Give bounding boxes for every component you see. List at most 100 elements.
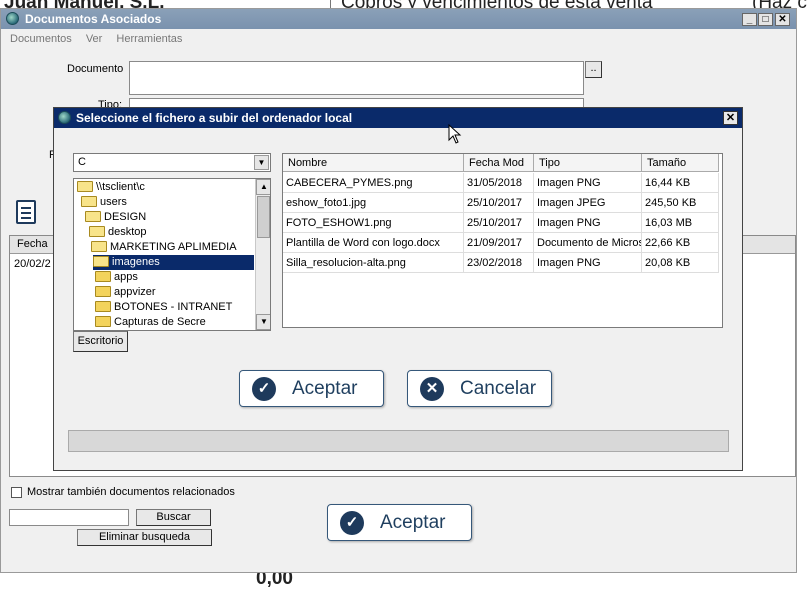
window-title: Documentos Asociados bbox=[25, 12, 162, 26]
file-cell-fecha: 25/10/2017 bbox=[464, 193, 534, 213]
scroll-thumb[interactable] bbox=[257, 196, 270, 238]
check-icon: ✓ bbox=[252, 377, 276, 401]
tree-folder-label: Capturas de Secre bbox=[114, 316, 206, 328]
file-row[interactable]: Plantilla de Word con logo.docx 21/09/201… bbox=[283, 233, 719, 253]
drive-value: C bbox=[78, 156, 86, 168]
tree-folder-item[interactable]: BOTONES - INTRANET bbox=[95, 300, 232, 315]
search-input[interactable] bbox=[9, 509, 129, 526]
drive-select[interactable]: C ▼ bbox=[73, 153, 271, 172]
tree-folder-label: desktop bbox=[108, 226, 147, 238]
folder-icon bbox=[95, 286, 111, 297]
file-cell-tipo: Documento de Micros bbox=[534, 233, 642, 253]
tree-folder-label: appvizer bbox=[114, 286, 156, 298]
tree-folder-label: users bbox=[100, 196, 127, 208]
tree-folder-label: DESIGN bbox=[104, 211, 147, 223]
maximize-icon[interactable]: □ bbox=[758, 13, 773, 26]
close-icon[interactable]: ✕ bbox=[723, 111, 738, 125]
file-cell-tamano: 16,03 MB bbox=[642, 213, 719, 233]
mouse-cursor-icon bbox=[448, 124, 462, 144]
app-logo-icon bbox=[58, 111, 71, 124]
scroll-up-icon[interactable]: ▲ bbox=[256, 179, 270, 195]
column-tipo[interactable]: Tipo bbox=[534, 154, 642, 172]
upload-progress-bar bbox=[68, 430, 729, 452]
file-cell-tipo: Imagen PNG bbox=[534, 173, 642, 193]
browse-button[interactable]: .. bbox=[585, 61, 602, 78]
outer-aceptar-button[interactable]: ✓ Aceptar bbox=[327, 504, 472, 541]
tree-folder-label: BOTONES - INTRANET bbox=[114, 301, 233, 313]
tree-folder-label: apps bbox=[114, 271, 138, 283]
file-row[interactable]: eshow_foto1.jpg 25/10/2017 Imagen JPEG 245,… bbox=[283, 193, 719, 213]
tree-folder-item[interactable]: \\tsclient\c bbox=[77, 180, 145, 195]
scroll-down-icon[interactable]: ▼ bbox=[256, 314, 270, 330]
eliminar-busqueda-button[interactable]: Eliminar busqueda bbox=[77, 529, 212, 546]
menu-ver[interactable]: Ver bbox=[86, 33, 103, 45]
column-tamano[interactable]: Tamaño bbox=[642, 154, 719, 172]
file-cell-fecha: 25/10/2017 bbox=[464, 213, 534, 233]
tree-folder-item[interactable]: desktop bbox=[89, 225, 147, 240]
documento-label: Documento bbox=[67, 63, 124, 75]
menu-bar: Documentos Ver Herramientas bbox=[1, 30, 796, 48]
escritorio-button[interactable]: Escritorio bbox=[73, 331, 128, 352]
minimize-icon[interactable]: _ bbox=[742, 13, 757, 26]
tree-folder-item[interactable]: imagenes bbox=[93, 255, 254, 270]
column-fecha-mod[interactable]: Fecha Mod bbox=[464, 154, 534, 172]
column-nombre[interactable]: Nombre bbox=[283, 154, 464, 172]
tree-folder-item[interactable]: appvizer bbox=[95, 285, 156, 300]
app-logo-icon bbox=[6, 12, 19, 25]
dialog-aceptar-button[interactable]: ✓ Aceptar bbox=[239, 370, 384, 407]
file-cell-fecha: 21/09/2017 bbox=[464, 233, 534, 253]
file-cell-tamano: 245,50 KB bbox=[642, 193, 719, 213]
file-row[interactable]: Silla_resolucion-alta.png 23/02/2018 Image… bbox=[283, 253, 719, 273]
file-row[interactable]: FOTO_ESHOW1.png 25/10/2017 Imagen PNG 16,03… bbox=[283, 213, 719, 233]
file-cell-tipo: Imagen PNG bbox=[534, 213, 642, 233]
file-cell-nombre: FOTO_ESHOW1.png bbox=[283, 213, 464, 233]
grid-row-date[interactable]: 20/02/2 bbox=[14, 258, 51, 270]
file-cell-tipo: Imagen JPEG bbox=[534, 193, 642, 213]
folder-icon bbox=[95, 301, 111, 312]
folder-icon bbox=[93, 256, 109, 267]
chevron-down-icon[interactable]: ▼ bbox=[254, 155, 269, 170]
file-cell-nombre: Silla_resolucion-alta.png bbox=[283, 253, 464, 273]
document-icon[interactable] bbox=[16, 200, 36, 224]
file-cell-nombre: eshow_foto1.jpg bbox=[283, 193, 464, 213]
file-cell-fecha: 31/05/2018 bbox=[464, 173, 534, 193]
tree-folder-item[interactable]: Capturas de Secre bbox=[95, 315, 206, 330]
tree-scrollbar[interactable]: ▲ ▼ bbox=[255, 179, 270, 330]
file-cell-tamano: 22,66 KB bbox=[642, 233, 719, 253]
folder-icon bbox=[85, 211, 101, 222]
window-titlebar[interactable]: Documentos Asociados _ □ ✕ bbox=[1, 9, 796, 29]
tree-folder-label: imagenes bbox=[112, 256, 160, 268]
tree-folder-item[interactable]: apps bbox=[95, 270, 138, 285]
file-cell-nombre: Plantilla de Word con logo.docx bbox=[283, 233, 464, 253]
file-cell-tipo: Imagen PNG bbox=[534, 253, 642, 273]
folder-icon bbox=[77, 181, 93, 192]
grid-header-fecha[interactable]: Fecha bbox=[17, 238, 48, 250]
mostrar-label: Mostrar también documentos relacionados bbox=[27, 486, 235, 498]
dialog-title: Seleccione el fichero a subir del ordena… bbox=[76, 111, 353, 125]
folder-icon bbox=[81, 196, 97, 207]
mostrar-checkbox[interactable] bbox=[11, 487, 22, 498]
dialog-cancelar-button[interactable]: ✕ Cancelar bbox=[407, 370, 552, 407]
file-chooser-dialog: Seleccione el fichero a subir del ordena… bbox=[53, 107, 743, 471]
tree-folder-item[interactable]: users bbox=[81, 195, 127, 210]
folder-icon bbox=[95, 271, 111, 282]
file-row[interactable]: CABECERA_PYMES.png 31/05/2018 Imagen PNG 16… bbox=[283, 173, 719, 193]
tree-folder-label: MARKETING APLIMEDIA bbox=[110, 241, 237, 253]
folder-icon bbox=[91, 241, 107, 252]
menu-documentos[interactable]: Documentos bbox=[10, 33, 72, 45]
x-circle-icon: ✕ bbox=[420, 377, 444, 401]
folder-icon bbox=[95, 316, 111, 327]
folder-icon bbox=[89, 226, 105, 237]
file-list: Nombre Fecha Mod Tipo Tamaño CABECERA_PY… bbox=[282, 153, 723, 328]
file-cell-nombre: CABECERA_PYMES.png bbox=[283, 173, 464, 193]
menu-herramientas[interactable]: Herramientas bbox=[116, 33, 182, 45]
documento-input[interactable] bbox=[129, 61, 584, 95]
file-cell-tamano: 20,08 KB bbox=[642, 253, 719, 273]
file-cell-tamano: 16,44 KB bbox=[642, 173, 719, 193]
tree-folder-item[interactable]: MARKETING APLIMEDIA bbox=[91, 240, 237, 255]
dialog-titlebar[interactable]: Seleccione el fichero a subir del ordena… bbox=[54, 108, 742, 128]
tree-folder-label: \\tsclient\c bbox=[96, 181, 145, 193]
buscar-button[interactable]: Buscar bbox=[136, 509, 211, 526]
tree-folder-item[interactable]: DESIGN bbox=[85, 210, 146, 225]
close-icon[interactable]: ✕ bbox=[775, 13, 790, 26]
